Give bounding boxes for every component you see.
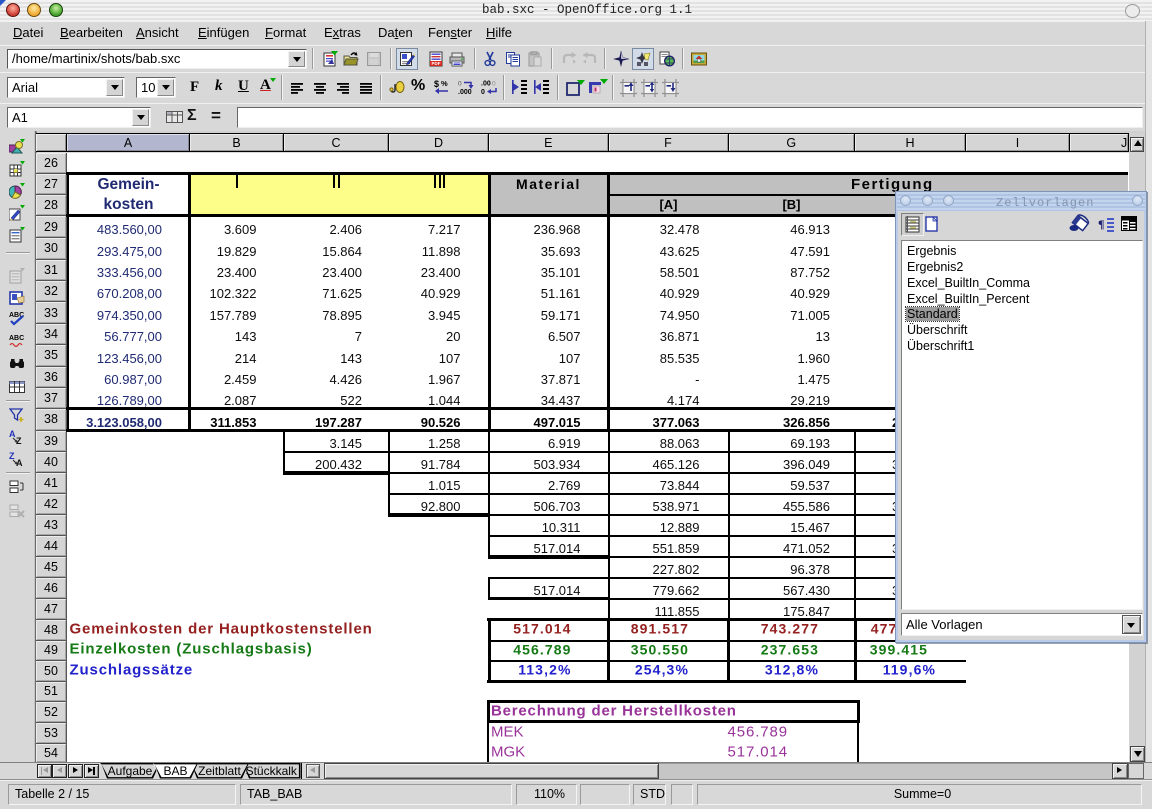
svg-text:A: A xyxy=(9,429,16,439)
svg-text:.000: .000 xyxy=(458,89,472,95)
svg-text:Z: Z xyxy=(9,451,15,461)
svg-text:¶: ¶ xyxy=(1098,217,1104,231)
svg-text:ABC: ABC xyxy=(9,335,24,342)
svg-text:%: % xyxy=(441,79,448,88)
svg-text:.00: .00 xyxy=(481,81,491,88)
svg-text:$: $ xyxy=(434,79,439,89)
svg-text:0: 0 xyxy=(492,81,496,88)
svg-text:PDF: PDF xyxy=(432,61,441,66)
svg-text:0: 0 xyxy=(481,89,485,95)
svg-text:0: 0 xyxy=(458,81,462,88)
